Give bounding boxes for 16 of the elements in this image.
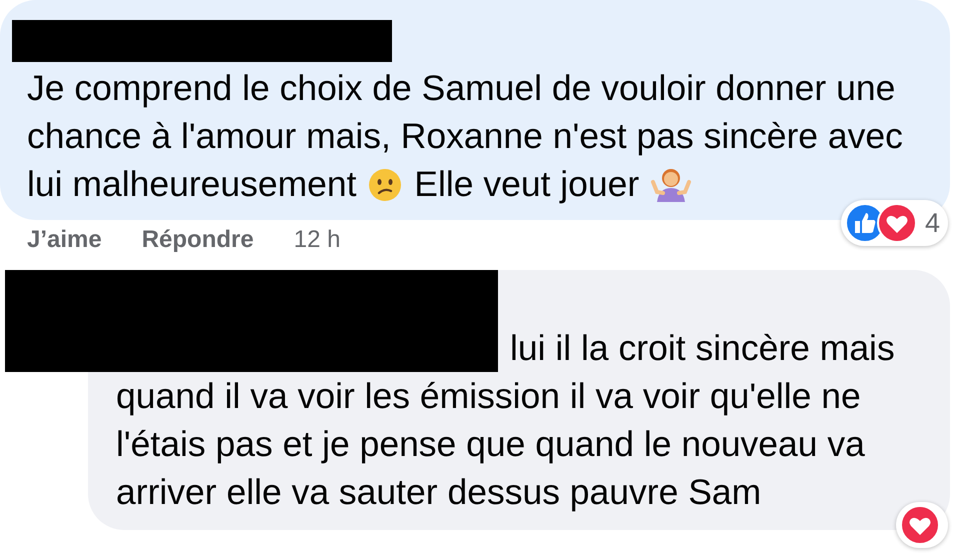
reaction-count: 4 [924, 208, 940, 238]
like-link[interactable]: J’aime [27, 226, 102, 254]
comment-text: arriver elle va sauter dessus pauvre Sam [116, 471, 762, 514]
confused-face-icon [368, 168, 402, 202]
comment-text: l'étais pas et je pense que quand le nouveau va [116, 423, 865, 466]
comment-text: lui malheureusement [27, 163, 358, 206]
reaction-summary[interactable]: 4 [840, 200, 948, 246]
comment-text: quand il va voir les émission il va voir qu'elle ne [116, 375, 861, 418]
reaction-summary[interactable] [896, 502, 948, 548]
comment-time: 12 h [294, 226, 340, 254]
comment-text: lui il la croit sincère mais [510, 327, 895, 370]
reply-link[interactable]: Répondre [142, 226, 254, 254]
comment-text: Elle veut jouer [413, 163, 640, 206]
comment-text: Je comprend le choix de Samuel de vouloir donner une [27, 67, 896, 110]
person-shrugging-icon [651, 166, 692, 202]
comment-text: chance à l'amour mais, Roxanne n'est pas sincère avec [27, 115, 903, 158]
